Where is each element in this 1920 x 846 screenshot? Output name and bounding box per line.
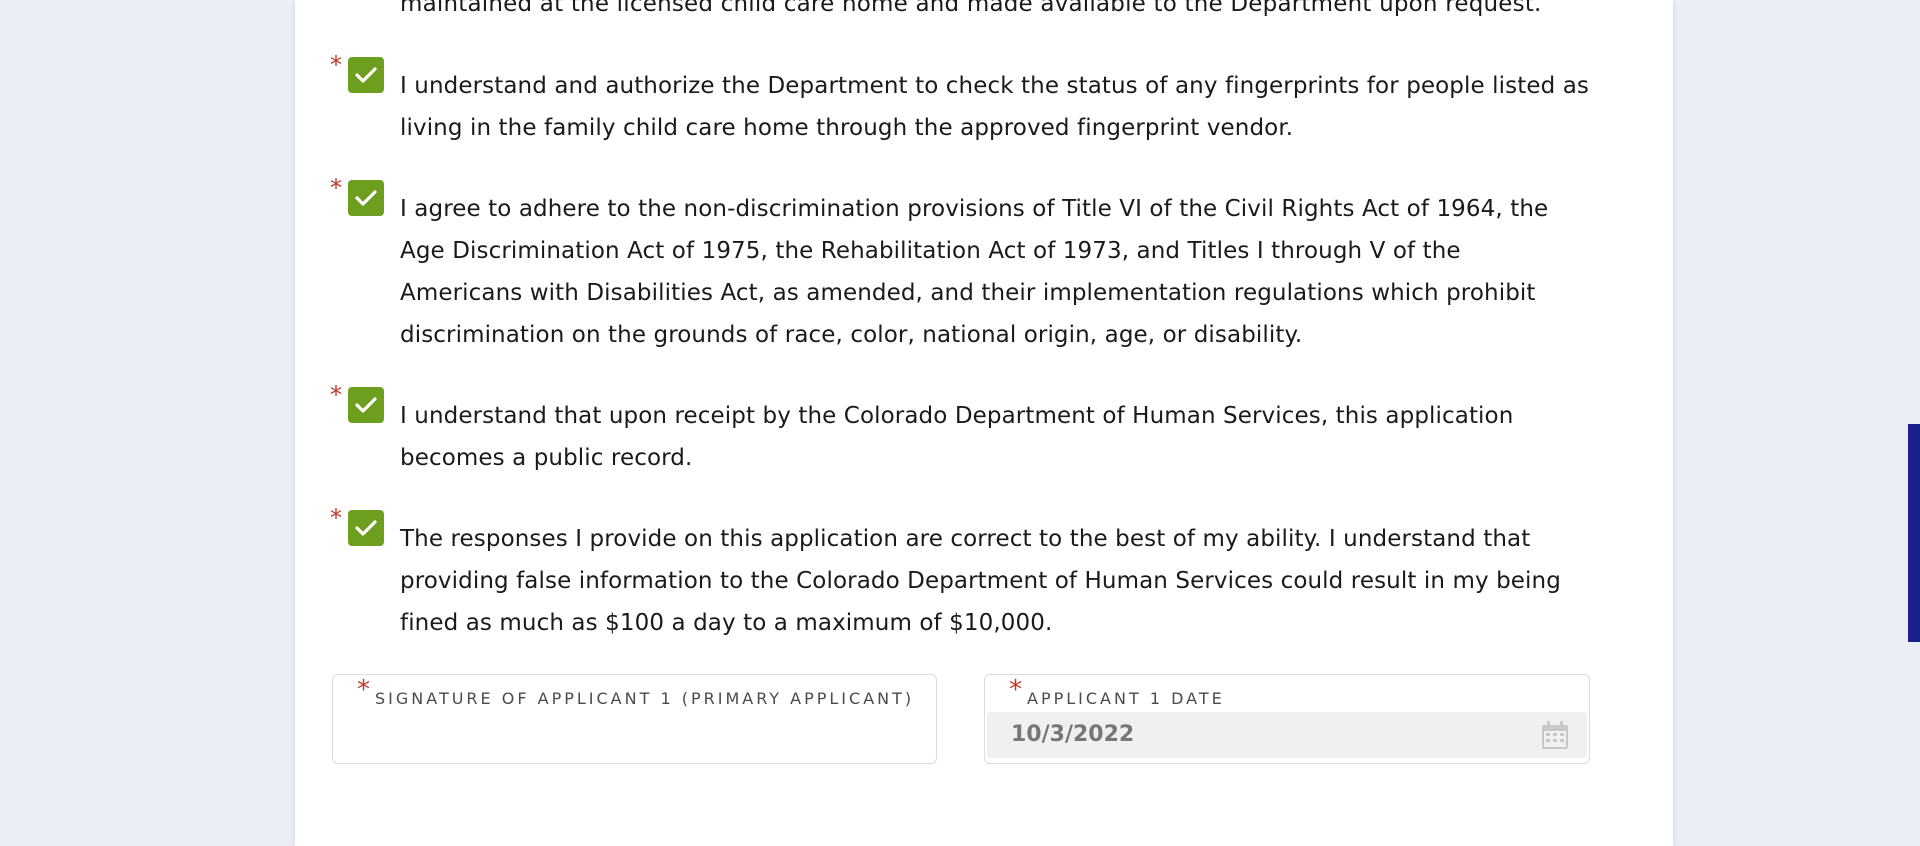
checkmark-icon	[355, 397, 377, 413]
checkmark-icon	[355, 190, 377, 206]
scrollbar-thumb[interactable]	[1908, 424, 1920, 642]
required-marker: *	[330, 51, 342, 79]
checkmark-icon	[355, 67, 377, 83]
acknowledgement-text-partial: maintained at the licensed child care ho…	[400, 0, 1542, 17]
required-marker: *	[1009, 675, 1022, 705]
form-page: maintained at the licensed child care ho…	[295, 0, 1673, 846]
date-input[interactable]: 10/3/2022	[987, 712, 1587, 758]
acknowledgement-text: I agree to adhere to the non-discriminat…	[400, 196, 1549, 348]
signature-label: SIGNATURE OF APPLICANT 1 (PRIMARY APPLIC…	[375, 689, 915, 708]
acknowledgement-checkbox[interactable]	[348, 510, 384, 546]
applicant-date-label: APPLICANT 1 DATE	[1027, 689, 1225, 708]
acknowledgement-checkbox[interactable]	[348, 57, 384, 93]
required-marker: *	[357, 675, 370, 705]
checkmark-icon	[355, 520, 377, 536]
required-marker: *	[330, 174, 342, 202]
signature-field[interactable]: * SIGNATURE OF APPLICANT 1 (PRIMARY APPL…	[332, 674, 937, 764]
required-marker: *	[330, 504, 342, 532]
required-marker: *	[330, 381, 342, 409]
date-value: 10/3/2022	[1011, 722, 1135, 747]
acknowledgement-checkbox[interactable]	[348, 180, 384, 216]
acknowledgement-checkbox[interactable]	[348, 387, 384, 423]
acknowledgement-text: I understand that upon receipt by the Co…	[400, 403, 1514, 471]
acknowledgement-text: I understand and authorize the Departmen…	[400, 73, 1589, 141]
acknowledgement-text: The responses I provide on this applicat…	[400, 526, 1561, 636]
calendar-icon[interactable]	[1541, 720, 1569, 750]
applicant-date-field: * APPLICANT 1 DATE 10/3/2022	[984, 674, 1590, 764]
